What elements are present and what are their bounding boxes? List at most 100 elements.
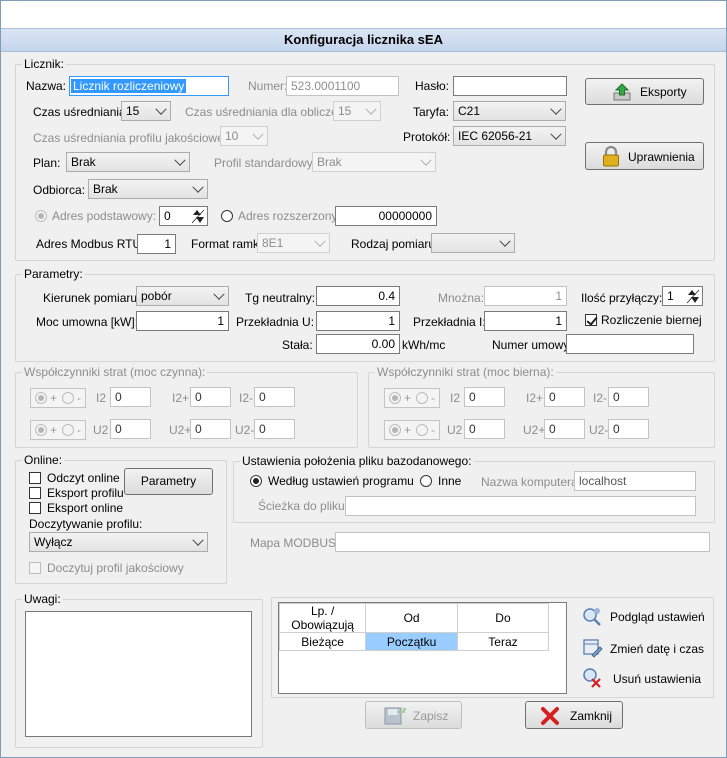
odczyt-online-checkbox[interactable] xyxy=(29,472,41,484)
save-disk-icon xyxy=(384,707,406,725)
taryfa-label: Taryfa: xyxy=(413,105,450,119)
adres-podst-label: Adres podstawowy: xyxy=(52,209,157,223)
wsp-czynna-title: Współczynniki strat (moc czynna): xyxy=(22,365,208,379)
protokol-value: IEC 62056-21 xyxy=(458,129,533,143)
online-group-title: Online: xyxy=(22,453,65,467)
mnozna-input: 1 xyxy=(484,286,567,306)
haslo-label: Hasło: xyxy=(415,79,450,93)
eksport-profilu-checkbox[interactable] xyxy=(29,487,41,499)
zapisz-label: Zapisz xyxy=(413,709,449,723)
plus-label: + xyxy=(404,423,412,437)
zamknij-button[interactable]: Zamknij xyxy=(525,701,623,729)
protokol-select[interactable]: IEC 62056-21 xyxy=(453,126,566,146)
plan-value: Brak xyxy=(71,155,96,169)
minus-radio xyxy=(416,424,428,436)
odczyt-online-label: Odczyt online xyxy=(47,471,120,485)
minus-label: - xyxy=(431,391,435,405)
plan-select[interactable]: Brak xyxy=(66,152,190,172)
chevron-down-icon xyxy=(155,103,167,115)
mnozna-label: Mnożna: xyxy=(438,291,485,305)
format-select: 8E1 xyxy=(257,233,330,253)
eksport-online-checkbox[interactable] xyxy=(29,502,41,514)
moc-input[interactable]: 1 xyxy=(136,311,229,331)
i2p-input: 0 xyxy=(544,387,585,407)
rozliczenie-checkbox[interactable] xyxy=(585,314,597,326)
table-row[interactable]: Bieżące Początku Teraz xyxy=(278,632,550,651)
kierunek-select[interactable]: pobór xyxy=(136,286,229,306)
adres-podst-spinner[interactable]: 0 xyxy=(159,206,208,226)
ustawienia-table-box: Lp. / Obowiązują Od Do Bieżące Początku … xyxy=(278,602,567,694)
odbiorca-value: Brak xyxy=(93,182,118,196)
zmien-label: Zmień datę i czas xyxy=(610,642,705,656)
table-header-cell[interactable]: Do xyxy=(456,603,550,633)
adres-podst-value: 0 xyxy=(164,209,171,223)
haslo-input[interactable] xyxy=(453,76,567,96)
uprawnienia-button[interactable]: Uprawnienia xyxy=(585,142,704,170)
plus-label: + xyxy=(404,391,412,405)
chevron-down-icon xyxy=(192,181,204,193)
wsp-czynna-sign-toggle-1: + - xyxy=(30,388,86,408)
uprawnienia-label: Uprawnienia xyxy=(628,150,695,164)
doczyt-select[interactable]: Wyłącz xyxy=(29,532,208,552)
u2-label: U2 xyxy=(93,423,109,437)
modbus-input[interactable]: 1 xyxy=(137,234,176,254)
rodzaj-select[interactable] xyxy=(431,233,515,253)
table-header-cell[interactable]: Lp. / Obowiązują xyxy=(278,603,367,633)
ilosc-spinner[interactable]: 1 xyxy=(662,286,703,306)
inne-radio[interactable] xyxy=(420,475,432,487)
tg-input[interactable]: 0.4 xyxy=(316,286,400,306)
odbiorca-select[interactable]: Brak xyxy=(88,179,208,199)
calendar-edit-icon xyxy=(583,639,603,658)
doczyt-jak-label: Doczytuj profil jakościowy xyxy=(47,561,184,575)
chevron-down-icon xyxy=(252,128,264,140)
czas-usr-select[interactable]: 15 xyxy=(121,101,171,121)
taryfa-select[interactable]: C21 xyxy=(453,101,566,121)
i2-label: I2 xyxy=(450,391,461,405)
online-parametry-button[interactable]: Parametry xyxy=(124,468,213,495)
stala-input[interactable]: 0.00 xyxy=(316,334,400,354)
przek-u-input[interactable]: 1 xyxy=(316,311,400,331)
profil-value: Brak xyxy=(317,155,342,169)
minus-radio xyxy=(62,424,74,436)
numer-umowy-input[interactable] xyxy=(566,334,694,354)
modbus-label: Adres Modbus RTU: xyxy=(36,237,145,251)
u2p-label: U2+ xyxy=(169,423,192,437)
czas-usr-value: 15 xyxy=(126,104,140,118)
numer-input: 523.0001100 xyxy=(286,76,399,96)
adres-rozsz-label: Adres rozszerzony: xyxy=(238,209,341,223)
i2-label: I2 xyxy=(96,391,107,405)
uwagi-textarea[interactable] xyxy=(25,611,252,737)
plus-label: + xyxy=(50,391,58,405)
licznik-group-title: Licznik: xyxy=(22,57,67,71)
minus-radio xyxy=(62,392,74,404)
table-cell-selected[interactable]: Początku xyxy=(365,632,458,651)
wsp-bierna-title: Współczynniki strat (moc bierna): xyxy=(375,365,556,379)
wedlug-radio[interactable] xyxy=(250,475,262,487)
uwagi-group-title: Uwagi: xyxy=(22,592,63,606)
table-cell[interactable]: Teraz xyxy=(456,632,550,651)
wedlug-label: Według ustawień programu xyxy=(268,474,414,488)
spin-arrows-icon xyxy=(191,209,205,224)
plus-radio xyxy=(35,392,47,404)
nazwa-input[interactable]: Licznik rozliczeniowy xyxy=(69,76,229,96)
usun-label: Usuń ustawienia xyxy=(613,672,702,686)
eksport-online-label: Eksport online xyxy=(47,501,124,515)
table-cell[interactable]: Bieżące xyxy=(278,632,367,651)
eksporty-button[interactable]: Eksporty xyxy=(585,78,704,105)
eksport-profilu-label: Eksport profilu xyxy=(47,486,124,500)
adres-rozsz-radio[interactable] xyxy=(221,210,233,222)
chevron-down-icon xyxy=(213,288,225,300)
table-header-cell[interactable]: Od xyxy=(365,603,458,633)
adres-rozsz-input[interactable]: 00000000 xyxy=(335,206,437,226)
table-header-row: Lp. / Obowiązują Od Do xyxy=(278,603,550,633)
eksporty-label: Eksporty xyxy=(640,85,687,99)
czas-obl-label: Czas uśredniania dla obliczeń: xyxy=(185,105,348,119)
u2-label: U2 xyxy=(447,423,463,437)
mapa-label: Mapa MODBUS: xyxy=(250,536,340,550)
sciezka-label: Ścieżka do pliku: xyxy=(258,499,349,513)
przek-i-input[interactable]: 1 xyxy=(484,311,567,331)
taryfa-value: C21 xyxy=(458,104,481,118)
u2m-input: 0 xyxy=(608,419,649,439)
kierunek-value: pobór xyxy=(141,289,172,303)
czas-usr-label: Czas uśredniania: xyxy=(33,105,130,119)
